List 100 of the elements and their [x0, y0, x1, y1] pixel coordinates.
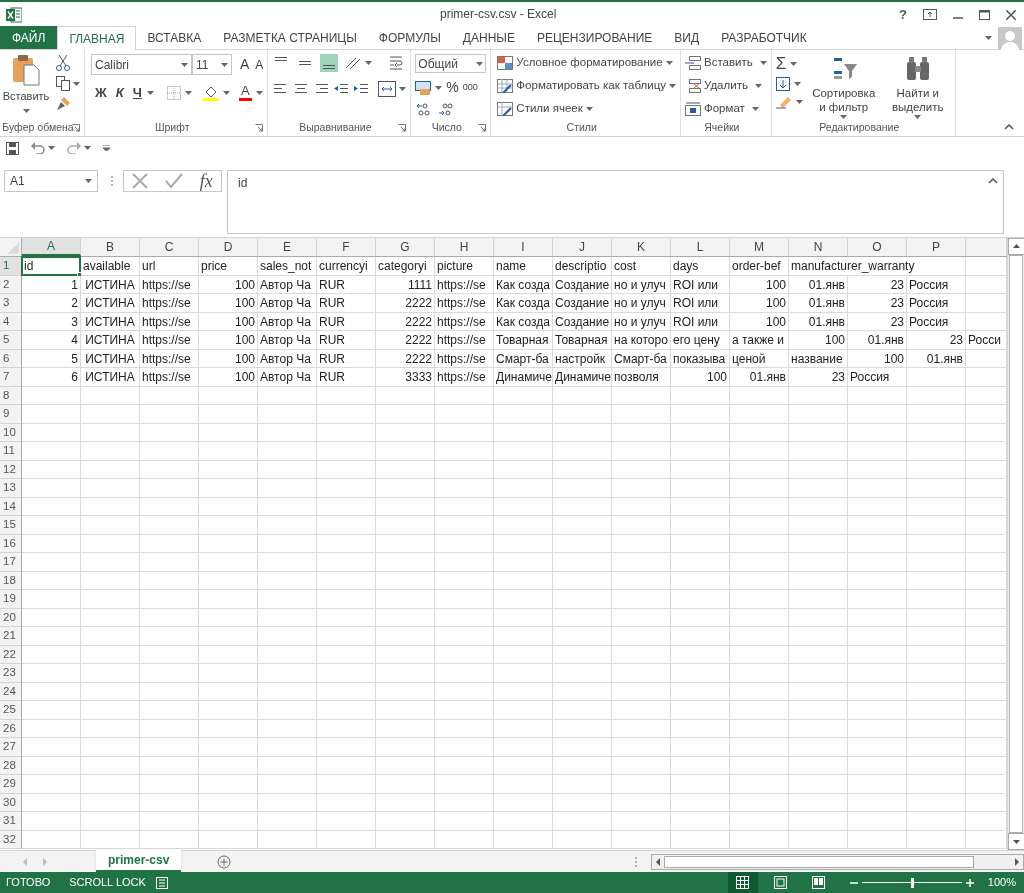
- orientation-icon[interactable]: [344, 56, 363, 70]
- row-header[interactable]: 27: [0, 738, 22, 757]
- ribbon-tab[interactable]: РАЗРАБОТЧИК: [710, 26, 818, 49]
- column-header[interactable]: G: [376, 238, 435, 256]
- insert-cells-button[interactable]: Вставить: [685, 54, 767, 72]
- font-color-button[interactable]: A: [238, 84, 252, 102]
- column-header[interactable]: J: [553, 238, 612, 256]
- caret-icon[interactable]: [795, 100, 803, 104]
- caret-icon[interactable]: [365, 61, 373, 65]
- name-box[interactable]: A1: [4, 170, 98, 192]
- ribbon-tab[interactable]: ГЛАВНАЯ: [57, 26, 137, 50]
- column-header[interactable]: D: [199, 238, 258, 256]
- currency-icon[interactable]: [415, 80, 432, 95]
- fill-down-icon[interactable]: [775, 77, 790, 91]
- row-header[interactable]: 19: [0, 590, 22, 609]
- zoom-level[interactable]: 100%: [987, 874, 1016, 891]
- row-header[interactable]: 15: [0, 516, 22, 535]
- ribbon-tab[interactable]: ДАННЫЕ: [451, 26, 526, 49]
- column-header[interactable]: M: [730, 238, 789, 256]
- underline-button[interactable]: Ч: [132, 83, 142, 103]
- increase-decimal-icon[interactable]: [415, 102, 432, 116]
- add-sheet-icon[interactable]: [217, 854, 232, 869]
- row-header[interactable]: 23: [0, 664, 22, 683]
- row-header[interactable]: 5: [0, 331, 22, 350]
- caret-icon[interactable]: [84, 146, 91, 150]
- ribbon-tab[interactable]: ВСТАВКА: [136, 26, 213, 49]
- percent-button[interactable]: %: [446, 77, 459, 98]
- row-header[interactable]: 3: [0, 294, 22, 313]
- column-header[interactable]: B: [81, 238, 140, 256]
- bold-button[interactable]: Ж: [95, 83, 107, 103]
- caret-icon[interactable]: [184, 90, 192, 95]
- column-header[interactable]: E: [258, 238, 317, 256]
- decrease-decimal-icon[interactable]: [437, 102, 454, 116]
- row-header[interactable]: 17: [0, 553, 22, 572]
- undo-icon[interactable]: [31, 142, 45, 154]
- column-header[interactable]: K: [612, 238, 671, 256]
- maximize-icon[interactable]: [979, 9, 990, 20]
- row-header[interactable]: 29: [0, 775, 22, 794]
- sort-filter-button[interactable]: Сортировка и фильтр: [810, 54, 877, 119]
- caret-icon[interactable]: [793, 82, 801, 86]
- align-bottom-icon[interactable]: [320, 54, 339, 72]
- column-header[interactable]: O: [848, 238, 907, 256]
- column-header[interactable]: C: [140, 238, 199, 256]
- thousands-button[interactable]: 000: [462, 80, 478, 95]
- file-tab[interactable]: ФАЙЛ: [0, 26, 58, 49]
- row-header[interactable]: 9: [0, 405, 22, 424]
- caret-icon[interactable]: [399, 87, 407, 91]
- caret-icon[interactable]: [222, 90, 230, 95]
- scrollbar-thumb[interactable]: [664, 855, 975, 868]
- number-format-dropdown[interactable]: Общий: [415, 54, 487, 73]
- column-header[interactable]: F: [317, 238, 376, 256]
- scroll-up-icon[interactable]: [1008, 238, 1024, 255]
- customize-toolbar-icon[interactable]: [103, 145, 110, 151]
- sheet-tab[interactable]: primer-csv: [96, 850, 182, 872]
- column-header[interactable]: L: [671, 238, 730, 256]
- row-header[interactable]: 31: [0, 812, 22, 831]
- column-header[interactable]: H: [435, 238, 494, 256]
- ribbon-display-icon[interactable]: [923, 9, 937, 20]
- italic-button[interactable]: К: [115, 83, 124, 103]
- paste-button[interactable]: Вставить: [4, 54, 48, 119]
- row-header[interactable]: 25: [0, 701, 22, 720]
- caret-icon[interactable]: [48, 146, 55, 150]
- close-icon[interactable]: [1006, 9, 1016, 20]
- macro-record-icon[interactable]: [155, 876, 168, 889]
- increase-font-button[interactable]: A: [240, 54, 250, 75]
- binoculars-icon-button[interactable]: Найти и выделить: [884, 54, 951, 119]
- fill-color-icon[interactable]: [202, 84, 219, 101]
- normal-view-button[interactable]: [727, 872, 758, 893]
- format-as-table-button[interactable]: Форматировать как таблицу: [497, 77, 676, 95]
- column-header[interactable]: I: [494, 238, 553, 256]
- save-icon[interactable]: [6, 141, 19, 155]
- zoom-in-icon[interactable]: [965, 878, 974, 887]
- scissors-icon[interactable]: [56, 55, 70, 71]
- format-cells-button[interactable]: Формат: [685, 100, 767, 118]
- help-button[interactable]: ?: [899, 4, 907, 25]
- dialog-launcher-icon[interactable]: [255, 124, 264, 132]
- ribbon-tab[interactable]: ФОРМУЛЫ: [367, 26, 452, 49]
- font-name-dropdown[interactable]: Calibri: [91, 54, 192, 75]
- format-painter-icon[interactable]: [56, 96, 71, 111]
- collapse-ribbon-icon[interactable]: [1004, 124, 1014, 130]
- dialog-launcher-icon[interactable]: [398, 124, 407, 132]
- column-header[interactable]: P: [907, 238, 966, 256]
- row-header[interactable]: 11: [0, 442, 22, 461]
- row-header[interactable]: 13: [0, 479, 22, 498]
- dialog-launcher-icon[interactable]: [478, 124, 487, 132]
- cell-styles-button[interactable]: Стили ячеек: [497, 100, 676, 118]
- insert-function-button[interactable]: fx: [199, 167, 213, 195]
- row-header[interactable]: 21: [0, 627, 22, 646]
- ribbon-tab[interactable]: РАЗМЕТКА СТРАНИЦЫ: [212, 26, 368, 49]
- autosum-button[interactable]: Σ: [775, 55, 787, 73]
- delete-cells-button[interactable]: Удалить: [685, 77, 767, 95]
- caret-icon[interactable]: [146, 90, 154, 95]
- checkmark-icon[interactable]: [165, 173, 183, 189]
- caret-icon[interactable]: [435, 85, 443, 90]
- caret-icon[interactable]: [790, 62, 798, 66]
- conditional-formatting-button[interactable]: Условное форматирование: [497, 54, 676, 72]
- caret-icon[interactable]: [73, 81, 80, 86]
- decrease-font-button[interactable]: A: [255, 55, 264, 74]
- column-header[interactable]: A: [22, 238, 81, 256]
- zoom-slider-thumb[interactable]: [910, 877, 914, 888]
